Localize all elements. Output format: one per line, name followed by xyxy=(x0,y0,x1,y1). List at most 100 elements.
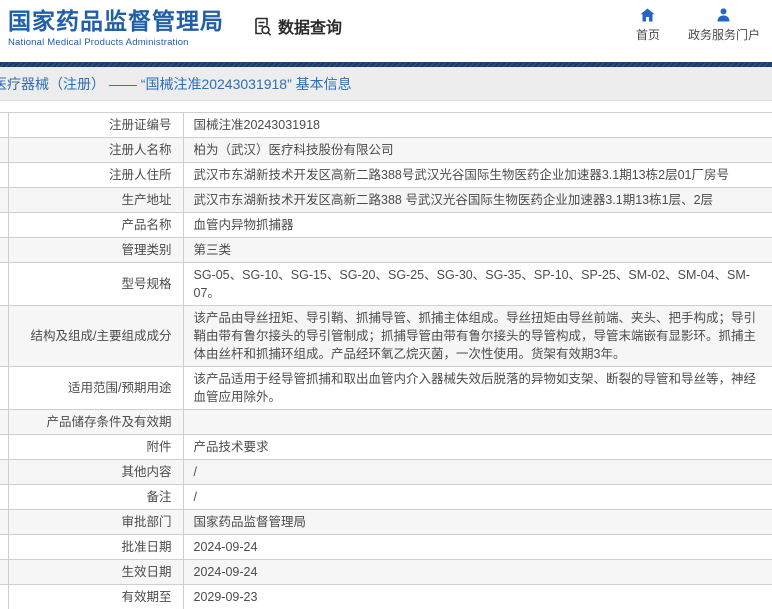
row-label: 批准日期 xyxy=(8,534,184,560)
row-label-text: 产品储存条件及有效期 xyxy=(46,415,172,429)
row-value-text: 2024-09-24 xyxy=(193,565,258,579)
table-row: 附件 产品技术要求 xyxy=(0,434,772,460)
row-label-text: 附件 xyxy=(146,440,172,454)
user-icon xyxy=(716,8,731,26)
row-label: 注册人名称 xyxy=(8,137,184,163)
row-value: / xyxy=(183,484,772,510)
row-label: 型号规格 xyxy=(8,262,184,306)
nav-home-label: 首页 xyxy=(635,28,660,42)
row-label-text: 注册人名称 xyxy=(108,143,172,157)
row-left-strip xyxy=(0,305,9,367)
row-value-text: 国械注准20243031918 xyxy=(193,118,320,132)
row-value: 该产品由导丝扭矩、导引鞘、抓捕导管、抓捕主体组成。导丝扭矩由导丝前端、夹头、把手… xyxy=(183,305,772,367)
row-label-text: 生产地址 xyxy=(121,193,172,207)
row-label-text: 产品名称 xyxy=(121,218,172,232)
row-label-text: 有效期至 xyxy=(121,590,172,604)
data-query-label: 数据查询 xyxy=(278,20,343,37)
row-value-text: 第三类 xyxy=(193,243,232,257)
row-left-strip xyxy=(0,137,9,163)
row-value: 产品技术要求 xyxy=(183,434,772,460)
table-row: 结构及组成/主要组成成分 该产品由导丝扭矩、导引鞘、抓捕导管、抓捕主体组成。导丝扭… xyxy=(0,305,772,367)
logo-title: 国家药品监督管理局 xyxy=(8,8,224,34)
row-label: 管理类别 xyxy=(8,237,184,263)
row-label-text: 备注 xyxy=(146,490,172,504)
table-row: 管理类别 第三类 xyxy=(0,237,772,263)
data-query-tab[interactable]: 数据查询 xyxy=(252,14,342,38)
row-label-text: 型号规格 xyxy=(121,277,172,291)
row-value: 2024-09-24 xyxy=(183,534,772,560)
row-value-text: 2029-09-23 xyxy=(193,590,258,604)
row-label-text: 注册证编号 xyxy=(108,118,172,132)
logo-subtitle: National Medical Products Administration xyxy=(8,37,189,48)
row-value-text: / xyxy=(193,490,197,504)
page-title-bar: 医疗器械（注册） —— “国械注准20243031918” 基本信息 xyxy=(0,67,772,101)
row-label: 注册人住所 xyxy=(8,162,184,188)
header-nav: 首页 政务服务门户 xyxy=(636,8,760,43)
row-value: 第三类 xyxy=(183,237,772,263)
table-row: 生产地址 武汉市东湖新技术开发区高新二路388 号武汉光谷国际生物医药企业加速器3… xyxy=(0,187,772,213)
row-label-text: 结构及组成/主要组成成分 xyxy=(30,329,172,343)
row-value-text: / xyxy=(193,465,197,479)
row-value: SG-05、SG-10、SG-15、SG-20、SG-25、SG-30、SG-3… xyxy=(183,262,772,306)
table-row: 生效日期 2024-09-24 xyxy=(0,559,772,585)
row-left-strip xyxy=(0,409,9,435)
row-label: 生效日期 xyxy=(8,559,184,585)
row-value-text: 该产品由导丝扭矩、导引鞘、抓捕导管、抓捕主体组成。导丝扭矩由导丝前端、夹头、把手… xyxy=(193,311,757,361)
nav-gov-portal-label: 政务服务门户 xyxy=(687,28,760,42)
row-label-text: 生效日期 xyxy=(121,565,172,579)
row-left-strip xyxy=(0,584,9,609)
table-row: 备注 / xyxy=(0,484,772,510)
row-label: 备注 xyxy=(8,484,184,510)
table-row: 注册人名称 柏为（武汉）医疗科技股份有限公司 xyxy=(0,137,772,163)
table-row: 产品储存条件及有效期 xyxy=(0,409,772,435)
nmpa-logo[interactable]: 国家药品监督管理局 National Medical Products Admi… xyxy=(8,8,224,48)
row-value-text: 血管内异物抓捕器 xyxy=(193,218,294,232)
row-label: 注册证编号 xyxy=(8,112,184,138)
row-label: 附件 xyxy=(8,434,184,460)
row-left-strip xyxy=(0,262,9,306)
title-gap xyxy=(0,101,772,112)
table-row: 适用范围/预期用途 该产品适用于经导管抓捕和取出血管内介入器械失效后脱落的异物如支… xyxy=(0,366,772,410)
row-left-strip xyxy=(0,212,9,238)
nav-gov-portal[interactable]: 政务服务门户 xyxy=(688,8,760,43)
row-value-text: 国家药品监督管理局 xyxy=(193,515,307,529)
row-value-text: 2024-09-24 xyxy=(193,540,258,554)
row-value: 该产品适用于经导管抓捕和取出血管内介入器械失效后脱落的异物如支架、断裂的导管和导… xyxy=(183,366,772,410)
row-value-text: 产品技术要求 xyxy=(193,440,269,454)
document-search-icon xyxy=(252,16,273,37)
page-title: 医疗器械（注册） —— “国械注准20243031918” 基本信息 xyxy=(0,75,352,92)
row-left-strip xyxy=(0,459,9,485)
table-row: 型号规格 SG-05、SG-10、SG-15、SG-20、SG-25、SG-30、… xyxy=(0,262,772,306)
row-left-strip xyxy=(0,534,9,560)
row-label-text: 注册人住所 xyxy=(108,168,172,182)
row-left-strip xyxy=(0,162,9,188)
table-row: 注册人住所 武汉市东湖新技术开发区高新二路388号武汉光谷国际生物医药企业加速器3… xyxy=(0,162,772,188)
row-label-text: 管理类别 xyxy=(121,243,172,257)
row-value-text: SG-05、SG-10、SG-15、SG-20、SG-25、SG-30、SG-3… xyxy=(193,268,750,300)
row-value: 国家药品监督管理局 xyxy=(183,509,772,535)
table-row: 产品名称 血管内异物抓捕器 xyxy=(0,212,772,238)
row-value-text: 柏为（武汉）医疗科技股份有限公司 xyxy=(193,143,394,157)
row-left-strip xyxy=(0,366,9,410)
row-value-text: 武汉市东湖新技术开发区高新二路388号武汉光谷国际生物医药企业加速器3.1期13… xyxy=(193,168,730,182)
registration-info-table: 注册证编号 国械注准20243031918 注册人名称 柏为（武汉）医疗科技股份有限公… xyxy=(0,112,772,609)
row-value-text: 武汉市东湖新技术开发区高新二路388 号武汉光谷国际生物医药企业加速器3.1期1… xyxy=(193,193,714,207)
home-icon xyxy=(640,8,655,26)
table-row: 批准日期 2024-09-24 xyxy=(0,534,772,560)
row-value: 武汉市东湖新技术开发区高新二路388 号武汉光谷国际生物医药企业加速器3.1期1… xyxy=(183,187,772,213)
row-label-text: 审批部门 xyxy=(121,515,172,529)
row-left-strip xyxy=(0,484,9,510)
row-label: 适用范围/预期用途 xyxy=(8,366,184,410)
row-left-strip xyxy=(0,509,9,535)
row-value: 国械注准20243031918 xyxy=(183,112,772,138)
nav-home[interactable]: 首页 xyxy=(636,8,660,43)
row-label-text: 批准日期 xyxy=(121,540,172,554)
row-label-text: 适用范围/预期用途 xyxy=(68,381,172,395)
row-value: 武汉市东湖新技术开发区高新二路388号武汉光谷国际生物医药企业加速器3.1期13… xyxy=(183,162,772,188)
row-value: 2024-09-24 xyxy=(183,559,772,585)
row-label: 产品储存条件及有效期 xyxy=(8,409,184,435)
row-left-strip xyxy=(0,434,9,460)
row-label: 结构及组成/主要组成成分 xyxy=(8,305,184,367)
row-label-text: 其他内容 xyxy=(121,465,172,479)
row-value xyxy=(183,409,772,435)
